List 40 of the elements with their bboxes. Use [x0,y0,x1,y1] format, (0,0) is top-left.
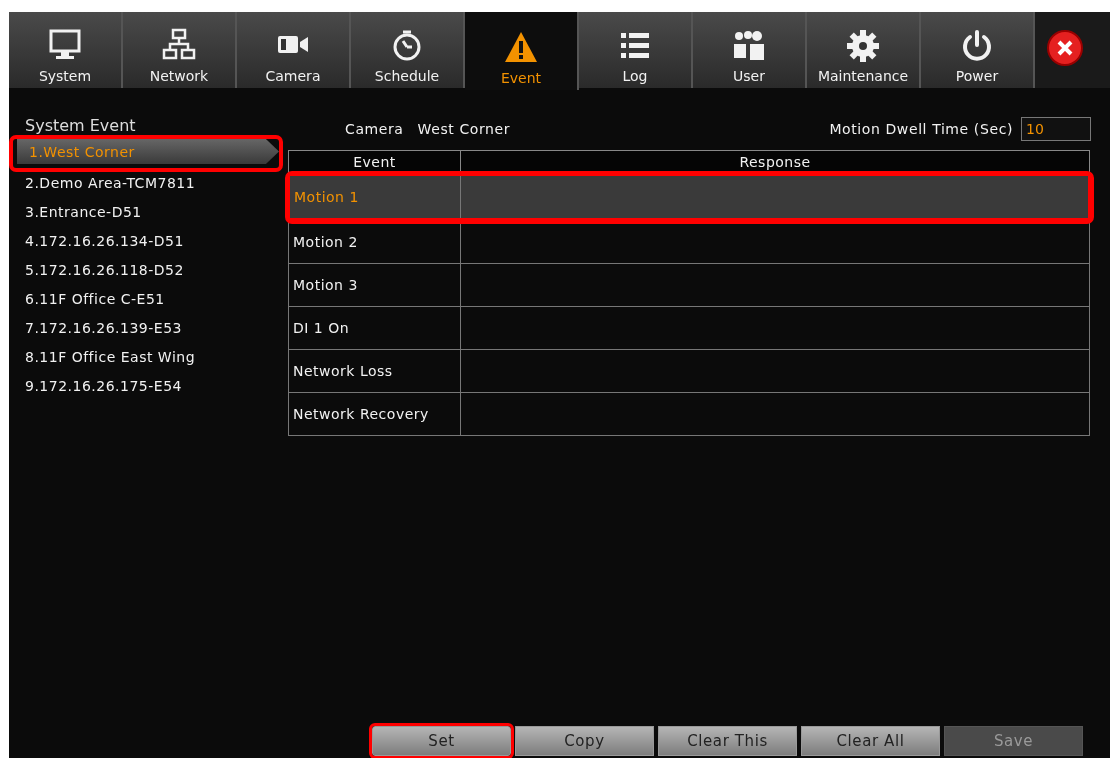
event-cell[interactable]: DI 1 On [288,306,461,350]
menu-tab[interactable]: User [693,12,807,88]
menu-tab[interactable]: Camera [237,12,351,88]
camera-list-item[interactable]: 2.Demo Area-TCM7811 [9,168,269,197]
dwell-time-label: Motion Dwell Time (Sec) [829,121,1013,137]
menu-tab[interactable]: Event [465,12,579,90]
camera-label: Camera [345,121,404,137]
camera-list-item[interactable]: 5.172.16.26.118-D52 [9,255,269,284]
event-cell[interactable]: Network Loss [288,349,461,393]
event-cell[interactable]: Motion 3 [288,263,461,307]
camera-list-item[interactable]: 7.172.16.26.139-E53 [9,313,269,342]
response-cell[interactable] [460,174,1090,220]
action-button[interactable]: Clear All [801,726,940,756]
menu-tab[interactable]: Log [579,12,693,88]
dwell-time-field[interactable]: 10 [1021,117,1091,141]
event-cell[interactable]: Network Recovery [288,392,461,436]
response-cell[interactable] [460,306,1090,350]
action-button[interactable]: Clear This [658,726,797,756]
camera-list-item[interactable]: 8.11F Office East Wing [9,342,269,371]
camera-list-item[interactable]: 6.11F Office C-E51 [9,284,269,313]
menu-tab[interactable]: Network [123,12,237,88]
menu-tab[interactable]: Maintenance [807,12,921,88]
camera-name: West Corner [417,121,511,137]
menu-tab[interactable]: Power [921,12,1035,88]
response-cell[interactable] [460,349,1090,393]
menu-tab[interactable]: Schedule [351,12,465,88]
event-cell[interactable]: Motion 1 [288,174,461,220]
response-cell[interactable] [460,392,1090,436]
camera-list-item[interactable]: 9.172.16.26.175-E54 [9,371,269,400]
gear-icon [845,28,881,64]
camera-list-item[interactable]: 3.Entrance-D51 [9,197,269,226]
sidebar-title: System Event [24,116,137,137]
camera-list-item[interactable]: 1.West Corner [17,139,279,164]
action-button[interactable]: Set [372,726,511,756]
action-button[interactable]: Copy [515,726,654,756]
close-button[interactable] [1047,30,1083,66]
menu-tab[interactable]: System [9,12,123,88]
close-icon [1055,38,1075,58]
response-cell[interactable] [460,263,1090,307]
camera-list-item[interactable]: 4.172.16.26.134-D51 [9,226,269,255]
